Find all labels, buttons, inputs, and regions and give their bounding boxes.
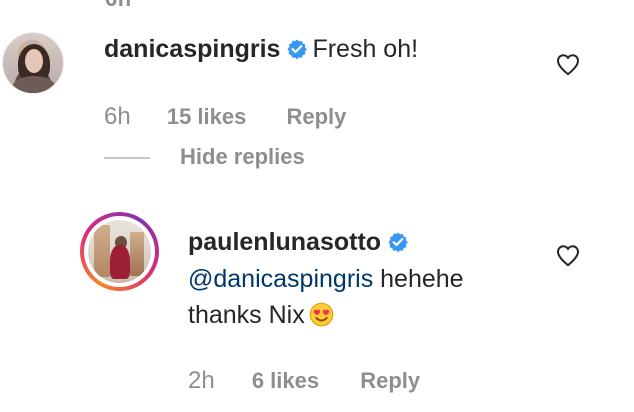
avatar-face-shape xyxy=(25,49,43,73)
heart-outline-icon[interactable] xyxy=(554,51,582,77)
avatar-photo xyxy=(88,220,151,283)
avatar-shoulders-shape xyxy=(12,76,56,93)
avatar-ring-inner xyxy=(84,216,155,287)
story-avatar-paulenlunasotto[interactable] xyxy=(80,212,159,291)
avatar-building-right xyxy=(130,232,144,276)
likes-count-button[interactable]: 15 likes xyxy=(167,104,247,130)
reply-text-row-2: thanks Nix xyxy=(188,301,334,330)
cropped-previous-meta: 6h xyxy=(105,0,132,12)
reply-username-row: paulenlunasotto xyxy=(188,228,413,257)
heart-outline-icon[interactable] xyxy=(554,242,582,268)
reply-text-part-2: thanks Nix xyxy=(188,301,305,329)
comment-time: 2h xyxy=(188,367,215,394)
username-paulenlunasotto[interactable]: paulenlunasotto xyxy=(188,228,381,256)
verified-badge-icon xyxy=(388,232,408,253)
hide-replies-button[interactable]: Hide replies xyxy=(104,144,305,170)
hide-replies-label: Hide replies xyxy=(180,144,305,169)
heart-eyes-emoji xyxy=(309,302,333,327)
comment-thread-screenshot: 6h danicaspingris Fresh oh! 6h 15 likes … xyxy=(0,0,634,412)
thread-divider-line xyxy=(104,157,150,160)
username-danicaspingris[interactable]: danicaspingris xyxy=(104,35,280,63)
reply-text-part-1: hehehe xyxy=(373,265,464,293)
comment-time: 6h xyxy=(104,103,131,130)
reply-button[interactable]: Reply xyxy=(286,104,346,130)
avatar-person-body xyxy=(110,245,130,279)
avatar-danicaspingris[interactable] xyxy=(2,32,64,94)
comment-meta-row-2: 2h 6 likes Reply xyxy=(188,367,420,395)
avatar-building-left xyxy=(94,225,110,277)
likes-count-button[interactable]: 6 likes xyxy=(252,368,319,394)
verified-badge-icon xyxy=(287,39,308,60)
reply-button[interactable]: Reply xyxy=(360,368,420,394)
comment-text: Fresh oh! xyxy=(312,35,419,63)
comment-row-1: danicaspingris Fresh oh! xyxy=(104,35,418,64)
comment-meta-row-1: 6h 15 likes Reply xyxy=(104,103,346,131)
reply-text-row-1: @danicaspingris hehehe xyxy=(188,265,464,294)
mention-link[interactable]: @danicaspingris xyxy=(188,265,373,293)
